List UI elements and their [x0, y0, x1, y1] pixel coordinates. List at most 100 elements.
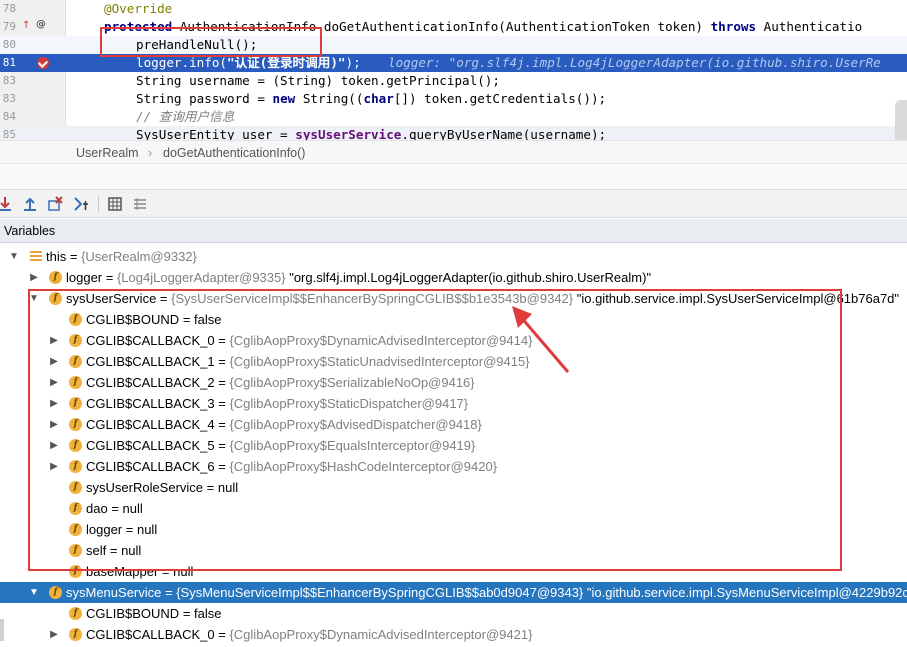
- code-line-79[interactable]: 79 ↑ @ protected AuthenticationInfo doGe…: [0, 18, 907, 36]
- line-number: 80: [2, 38, 16, 51]
- variable-entry: CGLIB$BOUND = false: [86, 606, 222, 621]
- field-icon: f: [69, 334, 82, 347]
- variable-entry: CGLIB$BOUND = false: [86, 312, 222, 327]
- expand-arrow-icon[interactable]: ▶: [48, 330, 60, 351]
- tree-row-child[interactable]: f sysUserRoleService = null: [0, 477, 907, 498]
- breadcrumb-method[interactable]: doGetAuthenticationInfo(): [163, 146, 305, 160]
- variable-entry: CGLIB$CALLBACK_0 = {CglibAopProxy$Dynami…: [86, 627, 533, 642]
- evaluate-expression-icon[interactable]: [106, 195, 124, 213]
- code-line-83[interactable]: 83 String password = new String((char[])…: [0, 90, 907, 108]
- expand-arrow-icon[interactable]: ▶: [48, 435, 60, 456]
- collapse-arrow-icon[interactable]: ▼: [28, 288, 40, 309]
- expand-arrow-icon[interactable]: ▶: [48, 372, 60, 393]
- debug-toolbar: [0, 190, 907, 218]
- tree-row-child[interactable]: f baseMapper = null: [0, 561, 907, 582]
- tree-row-child[interactable]: f self = null: [0, 540, 907, 561]
- collapse-arrow-icon[interactable]: ▼: [28, 582, 40, 603]
- expand-arrow-icon[interactable]: ▶: [28, 267, 40, 288]
- code-line-81-current[interactable]: 81 logger.info("认证(登录时调用)"); logger: "or…: [0, 54, 907, 72]
- tree-row-this[interactable]: ▼ this = {UserRealm@9332}: [0, 246, 907, 267]
- field-icon: f: [49, 586, 62, 599]
- field-icon: f: [69, 544, 82, 557]
- code-line-80[interactable]: 80 preHandleNull();: [0, 36, 907, 54]
- field-icon: f: [69, 502, 82, 515]
- field-icon: f: [69, 481, 82, 494]
- inline-debug-value: logger: "org.slf4j.impl.Log4jLoggerAdapt…: [388, 55, 881, 70]
- expand-arrow-icon[interactable]: ▶: [48, 351, 60, 372]
- field-icon: f: [69, 628, 82, 641]
- drop-frame-icon[interactable]: [46, 195, 64, 213]
- expand-arrow-icon[interactable]: ▶: [48, 624, 60, 645]
- tree-row-menu-cglib-bound[interactable]: f CGLIB$BOUND = false: [0, 603, 907, 624]
- toolbar-separator: [98, 196, 99, 212]
- tree-row-child[interactable]: ▶ f CGLIB$CALLBACK_2 = {CglibAopProxy$Seri…: [0, 372, 907, 393]
- variable-entry: self = null: [86, 543, 142, 558]
- tree-row-logger[interactable]: ▶ f logger = {Log4jLoggerAdapter@9335} "…: [0, 267, 907, 288]
- line-number: 81: [2, 56, 16, 69]
- panel-resize-handle[interactable]: [0, 619, 4, 641]
- variable-entry: sysUserService = {SysUserServiceImpl$$En…: [66, 291, 900, 306]
- variable-entry: CGLIB$CALLBACK_4 = {CglibAopProxy$Advise…: [86, 417, 482, 432]
- field-icon: f: [49, 271, 62, 284]
- field-icon: f: [69, 607, 82, 620]
- tree-row-child[interactable]: ▶ f CGLIB$CALLBACK_5 = {CglibAopProxy$Equa…: [0, 435, 907, 456]
- tree-row-child[interactable]: ▶ f CGLIB$CALLBACK_4 = {CglibAopProxy$Advi…: [0, 414, 907, 435]
- trace-stream-icon[interactable]: [131, 195, 149, 213]
- variable-entry: CGLIB$CALLBACK_0 = {CglibAopProxy$Dynami…: [86, 333, 533, 348]
- panel-divider[interactable]: [0, 164, 907, 190]
- variable-entry: sysUserRoleService = null: [86, 480, 239, 495]
- tree-row-child[interactable]: ▶ f CGLIB$CALLBACK_3 = {CglibAopProxy$Stat…: [0, 393, 907, 414]
- code-editor[interactable]: 78 @Override 79 ↑ @ protected Authentica…: [0, 0, 907, 140]
- variable-entry: logger = {Log4jLoggerAdapter@9335} "org.…: [66, 270, 652, 285]
- line-number: 79: [2, 20, 16, 33]
- code-line-78[interactable]: 78 @Override: [0, 0, 907, 18]
- password-line: String password = new String((char[]) to…: [136, 91, 607, 106]
- override-marker-icon[interactable]: @: [36, 19, 46, 30]
- code-line-82[interactable]: 83 String username = (String) token.getP…: [0, 72, 907, 90]
- editor-scrollbar[interactable]: [895, 100, 907, 140]
- step-into-icon[interactable]: [0, 195, 14, 213]
- variables-panel-header: Variables: [0, 219, 907, 243]
- variables-tree[interactable]: ▼ this = {UserRealm@9332} ▶ f logger = {…: [0, 243, 907, 647]
- tree-row-sysuserservice[interactable]: ▼ f sysUserService = {SysUserServiceImpl…: [0, 288, 907, 309]
- line-number: 78: [2, 2, 16, 15]
- method-signature: protected AuthenticationInfo doGetAuthen…: [104, 19, 863, 34]
- logger-call: logger.info("认证(登录时调用)");: [136, 55, 361, 70]
- expand-arrow-icon[interactable]: ▼: [8, 246, 20, 267]
- variable-entry: CGLIB$CALLBACK_3 = {CglibAopProxy$Static…: [86, 396, 469, 411]
- breadcrumb-class[interactable]: UserRealm: [76, 146, 139, 160]
- field-icon: f: [49, 292, 62, 305]
- run-to-cursor-icon[interactable]: [72, 195, 90, 213]
- object-list-icon: [30, 251, 42, 262]
- variable-entry: baseMapper = null: [86, 564, 194, 579]
- code-comment: // 查询用户信息: [136, 109, 235, 124]
- variable-entry: dao = null: [86, 501, 143, 516]
- code-line-84[interactable]: 84 // 查询用户信息: [0, 108, 907, 126]
- expand-arrow-icon[interactable]: ▶: [48, 456, 60, 477]
- line-number: 83: [2, 74, 16, 87]
- tree-row-menu-cglib-callback-0[interactable]: ▶ f CGLIB$CALLBACK_0 = {CglibAopProxy$Dy…: [0, 624, 907, 645]
- field-icon: f: [69, 523, 82, 536]
- field-icon: f: [69, 565, 82, 578]
- expand-arrow-icon[interactable]: ▶: [48, 414, 60, 435]
- override-annotation: @Override: [104, 1, 173, 16]
- step-out-icon[interactable]: [21, 195, 39, 213]
- tree-row-sysmenuservice[interactable]: ▼ f sysMenuService = {SysMenuServiceImpl…: [0, 582, 907, 603]
- tree-row-child[interactable]: ▶ f CGLIB$CALLBACK_0 = {CglibAopProxy$Dyna…: [0, 330, 907, 351]
- code-line-85[interactable]: 85 SysUserEntity user = sysUserService.q…: [0, 126, 907, 140]
- breakpoint-icon[interactable]: [37, 57, 49, 69]
- tree-row-child[interactable]: ▶ f CGLIB$CALLBACK_1 = {CglibAopProxy$Stat…: [0, 351, 907, 372]
- variable-entry: CGLIB$CALLBACK_2 = {CglibAopProxy$Serial…: [86, 375, 475, 390]
- line-number: 84: [2, 110, 16, 123]
- tree-row-child[interactable]: f logger = null: [0, 519, 907, 540]
- field-icon: f: [69, 439, 82, 452]
- variable-entry: sysMenuService = {SysMenuServiceImpl$$En…: [66, 585, 907, 600]
- variable-entry: this = {UserRealm@9332}: [46, 249, 197, 264]
- expand-arrow-icon[interactable]: ▶: [48, 393, 60, 414]
- implements-method-icon[interactable]: ↑: [22, 20, 30, 31]
- field-icon: f: [69, 376, 82, 389]
- tree-row-child[interactable]: f CGLIB$BOUND = false: [0, 309, 907, 330]
- variable-entry: CGLIB$CALLBACK_1 = {CglibAopProxy$Static…: [86, 354, 530, 369]
- tree-row-child[interactable]: f dao = null: [0, 498, 907, 519]
- tree-row-child[interactable]: ▶ f CGLIB$CALLBACK_6 = {CglibAopProxy$Hash…: [0, 456, 907, 477]
